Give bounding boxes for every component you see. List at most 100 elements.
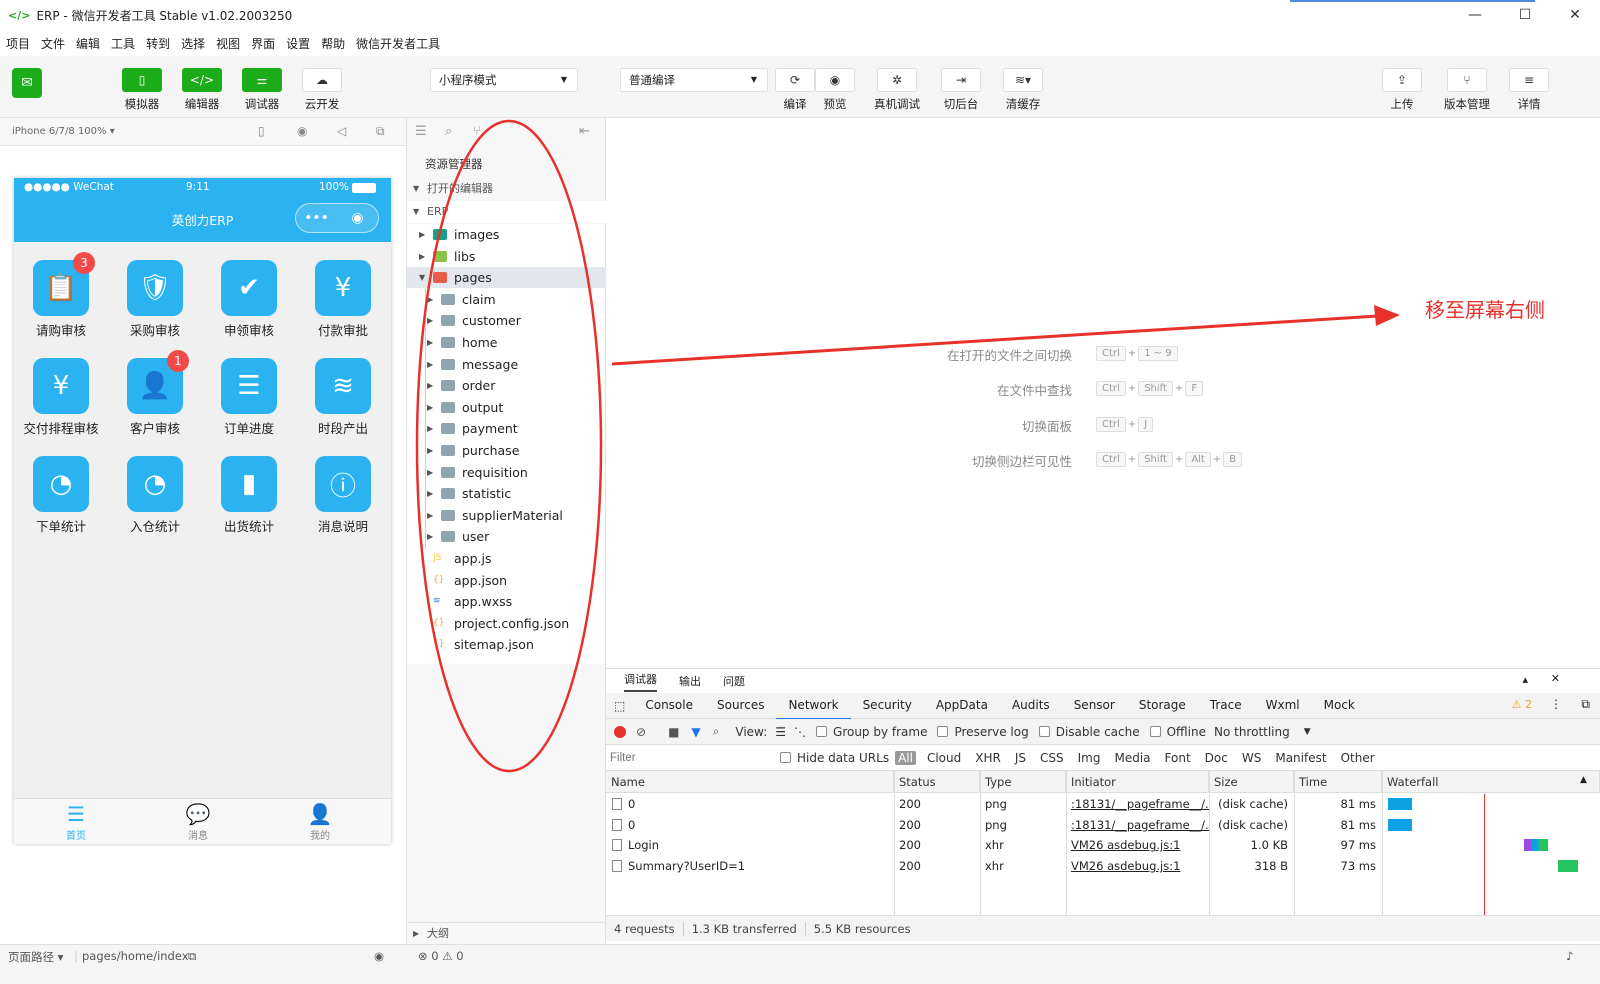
grid-item[interactable]: ⓘ 消息说明 bbox=[296, 456, 390, 535]
capsule-button[interactable]: ••• ◉ bbox=[295, 203, 379, 233]
compile-mode-select[interactable]: 普通编译 ▼ bbox=[620, 68, 768, 92]
grid-item[interactable]: ◔ 入仓统计 bbox=[108, 456, 202, 535]
preserve-log-checkbox[interactable] bbox=[937, 726, 949, 737]
cloud-button[interactable]: ☁ 云开发 bbox=[295, 68, 349, 112]
debugger-toggle[interactable]: ⚌ 调试器 bbox=[235, 68, 289, 112]
devtools-tab-trace[interactable]: Trace bbox=[1198, 692, 1254, 720]
filter-icon[interactable]: ▼ bbox=[691, 725, 700, 739]
cell-initiator[interactable]: VM26 asdebug.js:1 bbox=[1066, 856, 1209, 877]
preview-button[interactable]: ◉ 预览 bbox=[808, 68, 862, 112]
upload-button[interactable]: ⇪ 上传 bbox=[1375, 68, 1429, 112]
close-icon[interactable]: ✕ bbox=[1551, 672, 1560, 685]
filter-type-css[interactable]: CSS bbox=[1037, 751, 1067, 765]
tree-item[interactable]: ▶ purchase bbox=[407, 440, 607, 461]
tree-item[interactable]: {} app.json bbox=[407, 570, 607, 591]
search-icon[interactable]: ⌕ bbox=[713, 724, 720, 739]
devtools-tab-storage[interactable]: Storage bbox=[1127, 692, 1198, 720]
cell-initiator[interactable]: :18131/__pageframe__/... bbox=[1066, 794, 1209, 815]
grid-item[interactable]: ◔ 下单统计 bbox=[14, 456, 108, 535]
offline-checkbox[interactable] bbox=[1149, 726, 1161, 737]
filter-type-other[interactable]: Other bbox=[1338, 751, 1378, 765]
tree-item[interactable]: {} project.config.json bbox=[407, 613, 607, 634]
filter-input[interactable] bbox=[610, 748, 770, 767]
column-header[interactable]: Name bbox=[606, 771, 894, 793]
more-icon[interactable]: ••• bbox=[296, 210, 337, 226]
tab-me[interactable]: 👤 我的 bbox=[290, 801, 350, 842]
phone-icon[interactable]: ▯ bbox=[258, 124, 265, 138]
grid-item[interactable]: ▮ 出货统计 bbox=[202, 456, 296, 535]
menu-goto[interactable]: 转到 bbox=[146, 35, 170, 52]
remote-debug-button[interactable]: ✲ 真机调试 bbox=[870, 68, 924, 112]
devtools-tab-security[interactable]: Security bbox=[851, 692, 924, 720]
wechat-avatar-icon[interactable]: ✉ bbox=[12, 68, 42, 98]
table-row[interactable]: 0 200 png:18131/__pageframe__/... (disk cac… bbox=[606, 794, 1600, 815]
collapse-panel-icon[interactable]: ⇤ bbox=[579, 124, 590, 139]
column-header[interactable]: Status bbox=[894, 771, 980, 793]
tree-item[interactable]: JS app.js bbox=[407, 548, 607, 569]
throttling-select[interactable]: No throttling bbox=[1214, 725, 1290, 739]
tree-item[interactable]: {} sitemap.json bbox=[407, 634, 607, 655]
tree-item[interactable]: ▶ customer bbox=[407, 310, 607, 331]
menu-project[interactable]: 项目 bbox=[6, 35, 30, 52]
filter-type-img[interactable]: Img bbox=[1075, 751, 1104, 765]
outline-section[interactable]: ▶ 大纲 bbox=[407, 922, 607, 944]
problems-count[interactable]: ⊗ 0 ⚠ 0 bbox=[418, 949, 464, 963]
devtools-tab-audits[interactable]: Audits bbox=[1000, 692, 1062, 720]
tab-message[interactable]: 💬 消息 bbox=[168, 801, 228, 842]
mode-select[interactable]: 小程序模式 ▼ bbox=[430, 68, 578, 92]
tree-item[interactable]: ▶ requisition bbox=[407, 462, 607, 483]
clear-icon[interactable]: ⊘ bbox=[636, 725, 646, 739]
page-path-select[interactable]: 页面路径 ▾ bbox=[8, 949, 63, 965]
close-circle-icon[interactable]: ◉ bbox=[337, 210, 378, 226]
tree-item[interactable]: ▶ home bbox=[407, 332, 607, 353]
grid-item[interactable]: 🛡 采购审核 bbox=[108, 260, 202, 339]
record-icon[interactable] bbox=[614, 725, 626, 738]
bell-icon[interactable]: ♪ bbox=[1566, 949, 1573, 963]
tree-item[interactable]: ▶ images bbox=[407, 224, 607, 245]
tree-item[interactable]: ▶ payment bbox=[407, 418, 607, 439]
camera-icon[interactable]: ■ bbox=[668, 725, 679, 739]
grid-item[interactable]: ✔ 申领审核 bbox=[202, 260, 296, 339]
grid-item[interactable]: ¥ 付款审批 bbox=[296, 260, 390, 339]
devtools-tab-network[interactable]: Network bbox=[776, 692, 851, 720]
tab-home[interactable]: ☰ 首页 bbox=[46, 801, 106, 842]
disable-cache-checkbox[interactable] bbox=[1038, 726, 1050, 737]
volume-icon[interactable]: ◁ bbox=[337, 124, 346, 138]
menu-select[interactable]: 选择 bbox=[181, 35, 205, 52]
grid-item[interactable]: ≋ 时段产出 bbox=[296, 358, 390, 437]
column-header[interactable]: Type bbox=[980, 771, 1066, 793]
devtools-tab-sources[interactable]: Sources bbox=[705, 692, 776, 720]
devtools-tab-sensor[interactable]: Sensor bbox=[1062, 692, 1127, 720]
minimize-button[interactable]: — bbox=[1450, 0, 1500, 30]
tree-item[interactable]: ▶ supplierMaterial bbox=[407, 505, 607, 526]
filter-type-media[interactable]: Media bbox=[1111, 751, 1153, 765]
filter-type-cloud[interactable]: Cloud bbox=[924, 751, 964, 765]
tree-item[interactable]: ▶ claim bbox=[407, 289, 607, 310]
menu-wechat-devtools[interactable]: 微信开发者工具 bbox=[356, 35, 440, 52]
warnings-badge[interactable]: ⚠ 2 bbox=[1512, 698, 1532, 711]
tree-item[interactable]: ▶ order bbox=[407, 375, 607, 396]
inspect-icon[interactable]: ⬚ bbox=[606, 693, 633, 719]
column-header[interactable]: Size bbox=[1209, 771, 1294, 793]
device-select[interactable]: iPhone 6/7/8 100% ▾ bbox=[12, 126, 115, 137]
devtools-tab-wxml[interactable]: Wxml bbox=[1254, 692, 1312, 720]
tab-output[interactable]: 输出 bbox=[679, 673, 701, 689]
version-button[interactable]: ⑂ 版本管理 bbox=[1440, 68, 1494, 112]
record-icon[interactable]: ◉ bbox=[297, 124, 307, 138]
hide-data-urls-checkbox[interactable] bbox=[780, 752, 791, 763]
filter-type-js[interactable]: JS bbox=[1012, 751, 1029, 765]
background-button[interactable]: ⇥ 切后台 bbox=[934, 68, 988, 112]
branch-icon[interactable]: ⑂ bbox=[473, 124, 481, 139]
tab-debugger[interactable]: 调试器 bbox=[624, 671, 657, 692]
tree-item[interactable]: ▶ output bbox=[407, 397, 607, 418]
filter-type-all[interactable]: All bbox=[895, 750, 916, 765]
clear-cache-button[interactable]: ≋▾ 清缓存 bbox=[996, 68, 1050, 112]
grid-item[interactable]: 📋 3 请购审核 bbox=[14, 252, 108, 339]
filter-type-manifest[interactable]: Manifest bbox=[1272, 751, 1329, 765]
list-icon[interactable]: ☰ bbox=[415, 124, 427, 139]
copy-icon[interactable]: ⧉ bbox=[188, 949, 196, 964]
tree-item[interactable]: ▶ statistic bbox=[407, 483, 607, 504]
group-by-frame-checkbox[interactable] bbox=[816, 726, 828, 737]
tree-item[interactable]: ▶ message bbox=[407, 354, 607, 375]
search-icon[interactable]: ⌕ bbox=[445, 124, 452, 139]
